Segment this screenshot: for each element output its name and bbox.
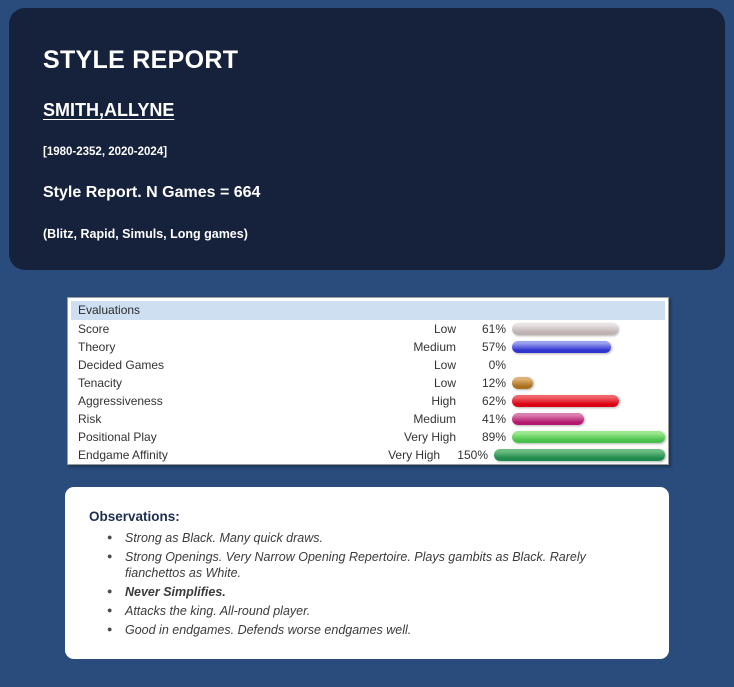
table-row: Positional Play Very High 89% [71,428,665,446]
evaluation-percent: 41% [481,412,506,426]
evaluation-label: Score [78,322,110,336]
rating-range: [1980-2352, 2020-2024] [43,146,168,158]
evaluation-level: Low [433,358,456,372]
evaluation-level: Medium [413,412,456,426]
evaluation-bar-cell [508,320,665,338]
evaluation-percent: 62% [481,394,506,408]
page-title: STYLE REPORT [43,46,239,74]
evaluation-percent: 150% [457,448,488,462]
table-row: Aggressiveness High 62% [71,392,665,410]
evaluation-level: Very High [388,448,441,462]
list-item: Never Simplifies. [107,583,643,600]
evaluation-bar-cell [508,374,665,392]
evaluation-level: Medium [413,340,456,354]
evaluations-rows: Score Low 61% Theory Medium 57% Decided Games L… [71,320,665,464]
observations-heading: Observations: [89,509,180,524]
game-formats: (Blitz, Rapid, Simuls, Long games) [43,227,248,241]
table-row: Decided Games Low 0% [71,356,665,374]
evaluations-header: Evaluations [71,301,665,320]
evaluation-percent: 57% [481,340,506,354]
evaluations-panel: Evaluations Score Low 61% Theory Medium 57% De… [67,297,669,465]
evaluation-level: Low [433,376,456,390]
table-row: Tenacity Low 12% [71,374,665,392]
evaluation-bar-cell [508,356,665,374]
evaluation-label: Risk [78,412,102,426]
evaluation-bar-cell [490,446,665,464]
report-header-card: STYLE REPORT SMITH,ALLYNE [1980-2352, 20… [9,8,725,270]
evaluation-bar [512,341,611,353]
list-item: Attacks the king. All-round player. [107,602,643,619]
list-item: Strong as Black. Many quick draws. [107,529,643,546]
evaluation-label: Theory [78,340,116,354]
evaluation-bar [512,377,533,389]
table-row: Endgame Affinity Very High 150% [71,446,665,464]
evaluation-bar [512,413,584,425]
table-row: Theory Medium 57% [71,338,665,356]
list-item: Good in endgames. Defends worse endgames… [107,621,643,638]
evaluation-bar [512,323,618,335]
player-name-wrapper: SMITH,ALLYNE [37,75,697,121]
evaluation-label: Decided Games [78,358,165,372]
evaluation-percent: 0% [488,358,506,372]
evaluation-bar [512,395,619,407]
evaluation-bar [494,449,665,461]
games-summary: Style Report. N Games = 664 [43,184,261,201]
table-row: Score Low 61% [71,320,665,338]
evaluation-label: Aggressiveness [78,394,163,408]
observations-card: Observations: Strong as Black. Many quic… [65,487,669,659]
evaluation-label: Tenacity [78,376,123,390]
evaluation-bar-cell [508,410,665,428]
evaluation-bar-cell [508,428,665,446]
table-row: Risk Medium 41% [71,410,665,428]
evaluation-bar-cell [508,338,665,356]
evaluation-bar [512,431,665,443]
list-item: Strong Openings. Very Narrow Opening Rep… [107,548,643,581]
evaluation-level: Low [433,322,456,336]
evaluation-label: Endgame Affinity [78,448,168,462]
evaluation-label: Positional Play [78,430,157,444]
evaluation-level: High [431,394,456,408]
player-name-link[interactable]: SMITH,ALLYNE [43,100,174,121]
evaluation-percent: 61% [481,322,506,336]
observations-list: Strong as Black. Many quick draws. Strong… [89,529,643,638]
evaluation-percent: 89% [481,430,506,444]
evaluation-bar-cell [508,392,665,410]
evaluation-level: Very High [403,430,456,444]
evaluation-percent: 12% [481,376,506,390]
